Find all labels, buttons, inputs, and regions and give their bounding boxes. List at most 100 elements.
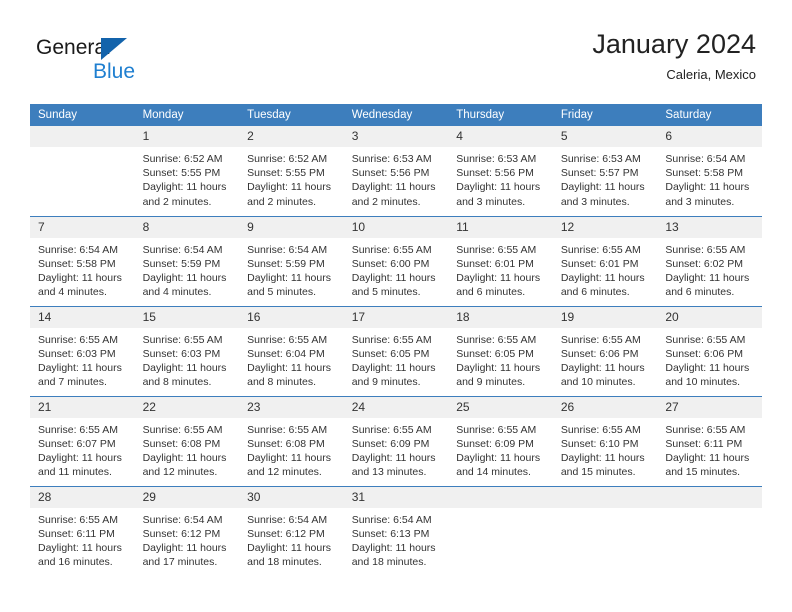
sunrise-text: Sunrise: 6:54 AM: [247, 513, 328, 526]
sunset-text: Sunset: 6:13 PM: [351, 527, 430, 540]
calendar-day-cell[interactable]: 30 Sunrise: 6:54 AM Sunset: 6:12 PM Dayligh…: [239, 485, 344, 576]
column-header-thursday: Thursday: [448, 104, 553, 126]
day-number: 16: [239, 306, 344, 328]
sunset-text: Sunset: 6:07 PM: [38, 437, 116, 450]
daylight-text: Daylight: 11 hours: [38, 451, 122, 464]
daylight-text: Daylight: 11 hours: [142, 541, 227, 554]
calendar-day-cell[interactable]: 2 Sunrise: 6:52 AM Sunset: 5:55 PM Daylight…: [239, 126, 344, 216]
daylight-text: Daylight: 11 hours: [665, 271, 750, 284]
calendar-day-cell[interactable]: 22 Sunrise: 6:55 AM Sunset: 6:08 PM Dayligh…: [134, 395, 240, 486]
calendar-day-cell[interactable]: 4 Sunrise: 6:53 AM Sunset: 5:56 PM Daylight…: [448, 126, 553, 216]
day-details: Sunrise: 6:54 AM Sunset: 6:13 PM Daylight:…: [344, 508, 449, 570]
sunset-text: Sunset: 6:03 PM: [142, 347, 221, 360]
sunset-text: Sunset: 5:59 PM: [142, 257, 221, 270]
day-number: 26: [552, 396, 658, 418]
day-details: Sunrise: 6:55 AM Sunset: 6:05 PM Daylight:…: [448, 328, 553, 390]
day-number: 15: [134, 306, 240, 328]
calendar-body: 1 Sunrise: 6:52 AM Sunset: 5:55 PM Daylight…: [30, 126, 762, 576]
sunrise-text: Sunrise: 6:55 AM: [560, 243, 641, 256]
daylight-text: Daylight: 11 hours: [560, 451, 645, 464]
calendar-day-cell[interactable]: 5 Sunrise: 6:53 AM Sunset: 5:57 PM Daylight…: [552, 126, 658, 216]
sunrise-text: Sunrise: 6:54 AM: [142, 243, 223, 256]
daylight-text: and 18 minutes.: [247, 556, 322, 569]
day-details: Sunrise: 6:55 AM Sunset: 6:00 PM Daylight:…: [344, 238, 449, 300]
brand-logo[interactable]: General Blue: [36, 36, 216, 92]
sunrise-text: Sunrise: 6:55 AM: [456, 243, 537, 256]
daylight-text: Daylight: 11 hours: [351, 451, 436, 464]
calendar-page: General Blue January 2024 Caleria, Mexic…: [0, 0, 792, 612]
calendar-header-row: Sunday Monday Tuesday Wednesday Thursday Frid…: [30, 104, 762, 126]
calendar-day-cell[interactable]: 12 Sunrise: 6:55 AM Sunset: 6:01 PM Dayligh…: [552, 215, 658, 306]
calendar-day-cell[interactable]: 9 Sunrise: 6:54 AM Sunset: 5:59 PM Daylight…: [239, 215, 344, 306]
daylight-text: Daylight: 11 hours: [665, 361, 750, 374]
day-details: Sunrise: 6:55 AM Sunset: 6:03 PM Daylight:…: [135, 328, 240, 390]
calendar-day-cell[interactable]: 3 Sunrise: 6:53 AM Sunset: 5:56 PM Daylight…: [343, 126, 449, 216]
calendar-day-cell[interactable]: 19 Sunrise: 6:55 AM Sunset: 6:06 PM Dayligh…: [552, 305, 658, 396]
sunrise-text: Sunrise: 6:55 AM: [351, 423, 432, 436]
calendar-day-cell[interactable]: 24 Sunrise: 6:55 AM Sunset: 6:09 PM Dayligh…: [343, 395, 449, 486]
calendar-day-cell[interactable]: 16 Sunrise: 6:55 AM Sunset: 6:04 PM Dayligh…: [239, 305, 344, 396]
calendar-day-cell[interactable]: 23 Sunrise: 6:55 AM Sunset: 6:08 PM Dayligh…: [239, 395, 344, 486]
sunset-text: Sunset: 6:12 PM: [142, 527, 221, 540]
daylight-text: and 9 minutes.: [351, 376, 421, 389]
calendar-day-cell[interactable]: 1 Sunrise: 6:52 AM Sunset: 5:55 PM Daylight…: [134, 126, 240, 216]
day-number: 10: [343, 216, 449, 238]
daylight-text: and 6 minutes.: [665, 286, 735, 299]
day-number: 18: [448, 306, 553, 328]
column-header-friday: Friday: [552, 104, 658, 126]
day-number: 25: [448, 396, 553, 418]
daylight-text: and 7 minutes.: [38, 376, 107, 389]
sunset-text: Sunset: 6:06 PM: [665, 347, 744, 360]
sunset-text: Sunset: 5:57 PM: [560, 167, 639, 180]
day-number: 22: [134, 396, 240, 418]
daylight-text: and 2 minutes.: [142, 195, 212, 208]
day-details: Sunrise: 6:55 AM Sunset: 6:08 PM Daylight:…: [239, 418, 344, 480]
calendar-day-cell[interactable]: 27 Sunrise: 6:55 AM Sunset: 6:11 PM Dayligh…: [657, 395, 762, 486]
daylight-text: Daylight: 11 hours: [142, 181, 227, 194]
calendar-day-cell[interactable]: 15 Sunrise: 6:55 AM Sunset: 6:03 PM Dayligh…: [134, 305, 240, 396]
day-details: Sunrise: 6:55 AM Sunset: 6:06 PM Daylight:…: [657, 328, 762, 390]
calendar-day-cell[interactable]: 10 Sunrise: 6:55 AM Sunset: 6:00 PM Dayligh…: [343, 215, 449, 306]
calendar-day-cell[interactable]: 29 Sunrise: 6:54 AM Sunset: 6:12 PM Dayligh…: [134, 485, 240, 576]
calendar-day-cell[interactable]: 6 Sunrise: 6:54 AM Sunset: 5:58 PM Daylight…: [657, 126, 762, 216]
daylight-text: Daylight: 11 hours: [665, 451, 750, 464]
sunset-text: Sunset: 6:00 PM: [351, 257, 430, 270]
calendar-day-cell[interactable]: 11 Sunrise: 6:55 AM Sunset: 6:01 PM Dayligh…: [448, 215, 553, 306]
calendar-day-cell[interactable]: 18 Sunrise: 6:55 AM Sunset: 6:05 PM Dayligh…: [448, 305, 553, 396]
calendar-day-cell[interactable]: 31 Sunrise: 6:54 AM Sunset: 6:13 PM Dayligh…: [343, 485, 449, 576]
calendar-day-cell[interactable]: 21 Sunrise: 6:55 AM Sunset: 6:07 PM Dayligh…: [30, 395, 135, 486]
calendar-day-cell[interactable]: 26 Sunrise: 6:55 AM Sunset: 6:10 PM Dayligh…: [552, 395, 658, 486]
calendar-day-cell[interactable]: 8 Sunrise: 6:54 AM Sunset: 5:59 PM Daylight…: [134, 215, 240, 306]
day-details: Sunrise: 6:54 AM Sunset: 6:12 PM Daylight:…: [239, 508, 344, 570]
daylight-text: and 17 minutes.: [142, 556, 218, 569]
column-header-tuesday: Tuesday: [239, 104, 344, 126]
day-details: Sunrise: 6:53 AM Sunset: 5:56 PM Daylight:…: [448, 147, 553, 209]
calendar-week-row: 28 Sunrise: 6:55 AM Sunset: 6:11 PM Dayligh…: [30, 485, 762, 576]
column-header-saturday: Saturday: [657, 104, 762, 126]
calendar-day-cell[interactable]: 14 Sunrise: 6:55 AM Sunset: 6:03 PM Dayligh…: [30, 305, 135, 396]
day-details: Sunrise: 6:55 AM Sunset: 6:02 PM Daylight:…: [657, 238, 762, 300]
daylight-text: Daylight: 11 hours: [351, 361, 436, 374]
calendar-day-cell[interactable]: 17 Sunrise: 6:55 AM Sunset: 6:05 PM Dayligh…: [343, 305, 449, 396]
calendar-day-cell[interactable]: 7 Sunrise: 6:54 AM Sunset: 5:58 PM Daylight…: [30, 215, 135, 306]
calendar-day-cell[interactable]: 28 Sunrise: 6:55 AM Sunset: 6:11 PM Dayligh…: [30, 485, 135, 576]
column-header-monday: Monday: [134, 104, 240, 126]
column-header-wednesday: Wednesday: [343, 104, 449, 126]
calendar-grid: Sunday Monday Tuesday Wednesday Thursday Frid…: [30, 104, 762, 576]
day-details: Sunrise: 6:55 AM Sunset: 6:07 PM Daylight:…: [30, 418, 135, 480]
sunset-text: Sunset: 5:58 PM: [665, 167, 744, 180]
calendar-day-cell[interactable]: 25 Sunrise: 6:55 AM Sunset: 6:09 PM Dayligh…: [448, 395, 553, 486]
calendar-day-cell[interactable]: 13 Sunrise: 6:55 AM Sunset: 6:02 PM Dayligh…: [657, 215, 762, 306]
sunrise-text: Sunrise: 6:54 AM: [247, 243, 328, 256]
daylight-text: and 14 minutes.: [456, 466, 531, 479]
sunset-text: Sunset: 6:01 PM: [560, 257, 639, 270]
calendar-day-cell[interactable]: 20 Sunrise: 6:55 AM Sunset: 6:06 PM Dayligh…: [657, 305, 762, 396]
day-number: 27: [657, 396, 762, 418]
sunrise-text: Sunrise: 6:52 AM: [142, 153, 223, 165]
day-details: Sunrise: 6:52 AM Sunset: 5:55 PM Daylight:…: [135, 147, 240, 209]
day-number: 21: [30, 396, 135, 418]
day-details: Sunrise: 6:55 AM Sunset: 6:04 PM Daylight:…: [239, 328, 344, 390]
sunrise-text: Sunrise: 6:55 AM: [560, 333, 641, 346]
daylight-text: and 6 minutes.: [456, 286, 526, 299]
calendar-week-row: 1 Sunrise: 6:52 AM Sunset: 5:55 PM Daylight…: [30, 126, 762, 216]
